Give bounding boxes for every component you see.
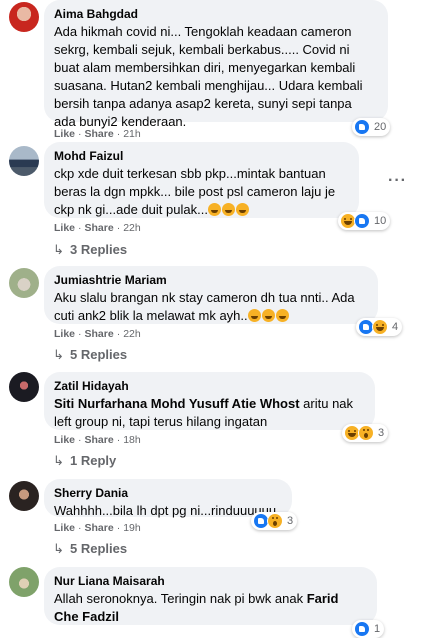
comment-time[interactable]: 19h	[123, 522, 141, 534]
comment-actions: Like · Share · 18h	[54, 434, 141, 446]
comment-bubble: Aima Bahgdad Ada hikmah covid ni... Teng…	[44, 0, 388, 129]
comment-text-body: Allah seronoknya. Teringin nak pi bwk an…	[54, 591, 307, 606]
view-replies-button[interactable]: ↳ 3 Replies	[53, 242, 127, 258]
view-replies-button[interactable]: ↳ 5 Replies	[53, 347, 127, 363]
reply-arrow-icon: ↳	[53, 242, 64, 257]
replies-label: 1 Reply	[70, 453, 117, 468]
replies-label: 5 Replies	[70, 347, 128, 362]
avatar[interactable]	[9, 268, 39, 298]
share-button[interactable]: Share	[85, 222, 114, 234]
comment-bubble: Jumiashtrie Mariam Aku slalu brangan nk …	[44, 266, 378, 324]
like-button[interactable]: Like	[54, 434, 75, 446]
laugh-emoji	[275, 309, 289, 322]
haha-reaction-icon	[372, 319, 388, 335]
view-replies-button[interactable]: ↳ 5 Replies	[53, 541, 127, 557]
avatar[interactable]	[9, 372, 39, 402]
reaction-count: 3	[287, 515, 294, 527]
mention-link[interactable]: Siti Nurfarhana Mohd Yusuff Atie Whost	[54, 396, 300, 411]
more-options-icon[interactable]: ···	[388, 172, 407, 190]
reply-arrow-icon: ↳	[53, 453, 64, 468]
reply-arrow-icon: ↳	[53, 347, 64, 362]
comment-text-body: ckp xde duit terkesan sbb pkp...mintak b…	[54, 166, 336, 217]
comment-text: Allah seronoknya. Teringin nak pi bwk an…	[54, 590, 366, 626]
reaction-summary[interactable]: 3	[342, 424, 389, 442]
comment-author[interactable]: Sherry Dania	[54, 486, 281, 501]
separator: ·	[78, 128, 82, 140]
like-reaction-icon	[354, 621, 370, 637]
reaction-summary[interactable]: 20	[352, 118, 391, 136]
comment-text-body: Aku slalu brangan nk stay cameron dh tua…	[54, 290, 355, 323]
like-button[interactable]: Like	[54, 128, 75, 140]
comment-bubble: Sherry Dania Wahhhh...bila lh dpt pg ni.…	[44, 479, 292, 518]
comment-time[interactable]: 18h	[123, 434, 141, 446]
replies-label: 5 Replies	[70, 541, 128, 556]
separator: ·	[78, 328, 82, 340]
comment-text: Siti Nurfarhana Mohd Yusuff Atie Whost a…	[54, 395, 364, 431]
comment-author[interactable]: Jumiashtrie Mariam	[54, 273, 367, 288]
comment-actions: Like · Share · 22h	[54, 328, 141, 340]
laugh-emoji	[247, 309, 261, 322]
separator: ·	[116, 434, 121, 446]
separator: ·	[116, 128, 121, 140]
separator: ·	[78, 222, 82, 234]
separator: ·	[78, 434, 82, 446]
reaction-count: 10	[374, 215, 387, 227]
like-button[interactable]: Like	[54, 222, 75, 234]
reaction-count: 3	[378, 427, 385, 439]
avatar[interactable]	[9, 481, 39, 511]
like-reaction-icon	[354, 213, 370, 229]
comment-actions: Like · Share · 22h	[54, 222, 141, 234]
view-replies-button[interactable]: ↳ 1 Reply	[53, 453, 116, 469]
like-reaction-icon	[354, 119, 370, 135]
comment-author[interactable]: Aima Bahgdad	[54, 7, 377, 22]
comment-actions: Like · Share · 21h	[54, 128, 141, 140]
separator: ·	[116, 522, 121, 534]
laugh-emoji	[261, 309, 275, 322]
comment-bubble: Mohd Faizul ckp xde duit terkesan sbb pk…	[44, 142, 359, 218]
separator: ·	[116, 222, 121, 234]
comment-bubble: Zatil Hidayah Siti Nurfarhana Mohd Yusuf…	[44, 372, 375, 430]
separator: ·	[78, 522, 82, 534]
wow-reaction-icon	[267, 513, 283, 529]
comment-time[interactable]: 22h	[123, 328, 141, 340]
comment-time[interactable]: 22h	[123, 222, 141, 234]
reaction-summary[interactable]: 3	[251, 512, 298, 530]
comment-text: Wahhhh...bila lh dpt pg ni...rinduuuuuu	[54, 503, 277, 518]
haha-emoji	[207, 203, 221, 216]
comment-text: Ada hikmah covid ni... Tengoklah keadaan…	[54, 24, 363, 129]
comment-author[interactable]: Zatil Hidayah	[54, 379, 364, 394]
haha-emoji	[235, 203, 249, 216]
avatar[interactable]	[9, 146, 39, 176]
like-button[interactable]: Like	[54, 522, 75, 534]
comment-bubble: Nur Liana Maisarah Allah seronoknya. Ter…	[44, 567, 377, 625]
comment-author[interactable]: Mohd Faizul	[54, 149, 348, 164]
share-button[interactable]: Share	[85, 328, 114, 340]
avatar[interactable]	[9, 567, 39, 597]
reaction-count: 20	[374, 121, 387, 133]
comment-text: Aku slalu brangan nk stay cameron dh tua…	[54, 289, 367, 325]
reaction-summary[interactable]: 10	[338, 212, 391, 230]
haha-emoji	[221, 203, 235, 216]
avatar[interactable]	[9, 2, 39, 32]
comment-actions: Like · Share · 19h	[54, 522, 141, 534]
share-button[interactable]: Share	[85, 522, 114, 534]
reaction-summary[interactable]: 1	[352, 620, 385, 638]
reaction-count: 4	[392, 321, 399, 333]
share-button[interactable]: Share	[85, 128, 114, 140]
comment-author[interactable]: Nur Liana Maisarah	[54, 574, 366, 589]
wow-reaction-icon	[358, 425, 374, 441]
comment-text: ckp xde duit terkesan sbb pkp...mintak b…	[54, 165, 348, 219]
comment-time[interactable]: 21h	[123, 128, 141, 140]
like-button[interactable]: Like	[54, 328, 75, 340]
reaction-summary[interactable]: 4	[356, 318, 403, 336]
reaction-count: 1	[374, 623, 381, 635]
replies-label: 3 Replies	[70, 242, 128, 257]
share-button[interactable]: Share	[85, 434, 114, 446]
separator: ·	[116, 328, 121, 340]
reply-arrow-icon: ↳	[53, 541, 64, 556]
